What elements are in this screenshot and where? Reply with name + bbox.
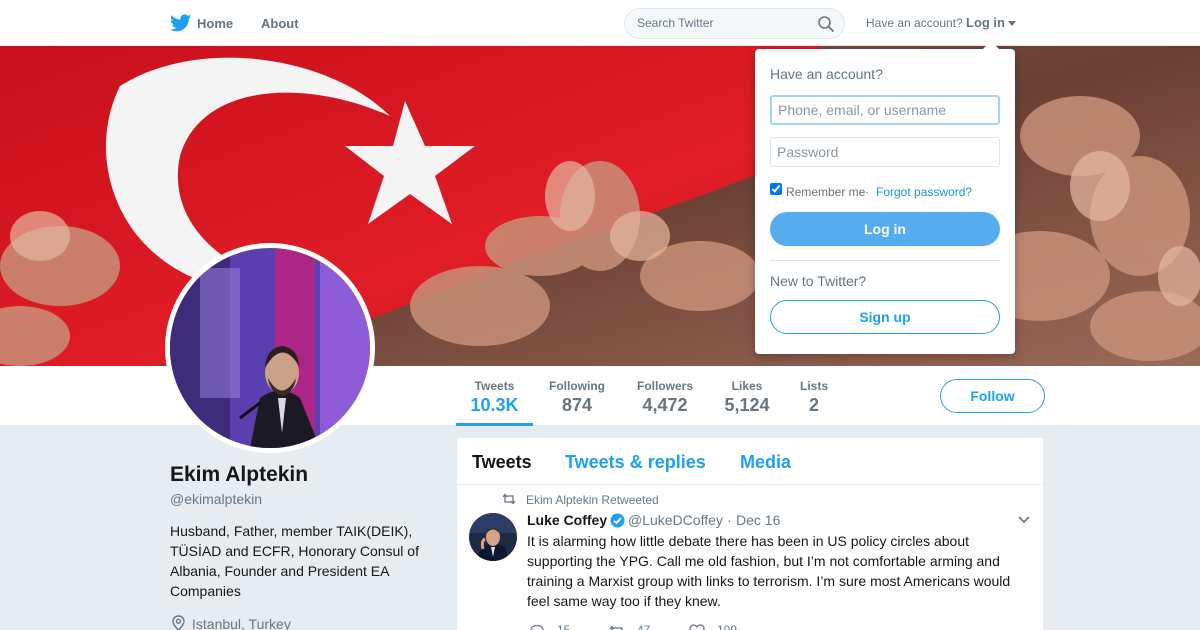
username-field[interactable] xyxy=(770,95,1000,125)
tweet-avatar-image xyxy=(469,513,517,561)
stat-value: 874 xyxy=(561,395,593,415)
top-navigation-bar: Home About Have an account? Log in xyxy=(0,0,1200,46)
remember-separator: · xyxy=(865,185,869,199)
have-account-text: Have an account? xyxy=(866,16,963,30)
login-button[interactable]: Log in xyxy=(770,212,1000,246)
tab-tweets[interactable]: Tweets xyxy=(472,452,532,473)
stat-value: 4,472 xyxy=(642,395,688,415)
password-field[interactable] xyxy=(770,137,1000,167)
stat-label: Likes xyxy=(731,379,763,393)
search-icon[interactable] xyxy=(817,15,835,33)
stat-value: 10.3K xyxy=(470,395,519,415)
profile-location: Istanbul, Turkey xyxy=(192,616,291,630)
stat-value: 2 xyxy=(808,395,819,415)
stat-followers[interactable]: Followers 4,472 xyxy=(630,366,700,426)
reply-icon[interactable] xyxy=(529,624,545,630)
remember-me-label[interactable]: Remember me xyxy=(786,185,865,199)
retweet-count: 47 xyxy=(637,623,651,630)
stat-lists[interactable]: Lists 2 xyxy=(794,366,834,426)
dropdown-divider xyxy=(770,260,1000,261)
location-pin-icon xyxy=(172,615,185,630)
login-dropdown-toggle[interactable]: Log in xyxy=(966,15,1005,30)
dropdown-caret xyxy=(983,41,999,49)
like-count: 109 xyxy=(717,623,738,630)
verified-badge-icon xyxy=(610,513,625,528)
like-heart-icon[interactable] xyxy=(689,624,705,630)
tab-media[interactable]: Media xyxy=(740,452,791,473)
stat-likes[interactable]: Likes 5,124 xyxy=(720,366,774,426)
retweet-icon[interactable] xyxy=(609,624,625,630)
signup-button[interactable]: Sign up xyxy=(770,300,1000,334)
stat-label: Tweets xyxy=(474,379,515,393)
stat-label: Following xyxy=(549,379,605,393)
stat-tweets[interactable]: Tweets 10.3K xyxy=(456,366,533,426)
profile-name: Ekim Alptekin xyxy=(170,463,309,486)
tweet-author-handle[interactable]: @LukeDCoffey xyxy=(628,512,723,528)
stat-label: Lists xyxy=(799,379,828,393)
tweet-author-avatar[interactable] xyxy=(469,513,517,561)
reply-count: 15 xyxy=(557,623,571,630)
profile-bio: Husband, Father, member TAIK(DEIK), TÜSİ… xyxy=(170,523,419,599)
retweet-context-icon xyxy=(502,493,516,505)
chevron-down-icon[interactable] xyxy=(1017,515,1031,525)
profile-avatar[interactable] xyxy=(165,243,375,453)
follow-button[interactable]: Follow xyxy=(940,379,1045,413)
stat-label: Followers xyxy=(636,379,693,393)
timeline-tabs: Tweets Tweets & replies Media xyxy=(457,438,1045,485)
tweet-timestamp[interactable]: Dec 16 xyxy=(736,512,780,528)
profile-handle: @ekimalptekin xyxy=(170,491,263,507)
login-dropdown: Have an account? Remember me · Forgot pa… xyxy=(755,41,1015,354)
remember-me-checkbox[interactable] xyxy=(770,183,782,195)
search-input[interactable] xyxy=(637,16,807,30)
tweet-separator: · xyxy=(727,512,732,528)
forgot-password-link[interactable]: Forgot password? xyxy=(876,185,972,199)
new-to-twitter-text: New to Twitter? xyxy=(770,273,867,289)
tweet-text: It is alarming how little debate there h… xyxy=(527,533,1011,609)
avatar-image xyxy=(170,248,370,448)
search-box xyxy=(624,8,845,39)
nav-home-link[interactable]: Home xyxy=(197,16,233,31)
caret-down-icon[interactable] xyxy=(1008,21,1016,26)
login-dropdown-title: Have an account? xyxy=(770,66,883,82)
twitter-bird-icon[interactable] xyxy=(170,13,191,33)
timeline: Tweets Tweets & replies Media Ekim Alpte… xyxy=(456,437,1045,630)
tweet-author-name[interactable]: Luke Coffey xyxy=(527,512,607,528)
stat-following[interactable]: Following 874 xyxy=(543,366,611,426)
retweet-context[interactable]: Ekim Alptekin Retweeted xyxy=(526,493,659,507)
nav-about-link[interactable]: About xyxy=(261,16,299,31)
tab-tweets-and-replies[interactable]: Tweets & replies xyxy=(565,452,706,473)
stat-value: 5,124 xyxy=(724,395,770,415)
